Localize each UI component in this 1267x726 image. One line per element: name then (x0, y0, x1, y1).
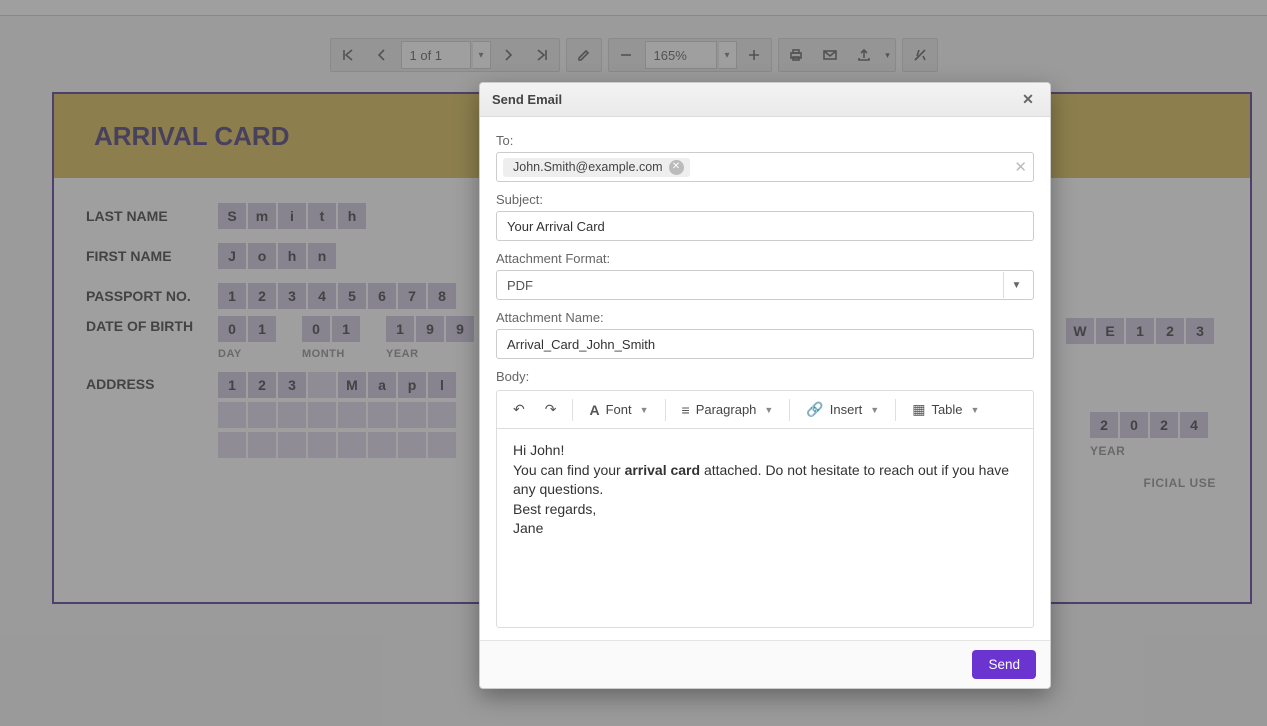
paragraph-dropdown[interactable]: ≡ Paragraph▼ (674, 396, 782, 424)
clear-recipients-icon[interactable]: ✕ (1014, 158, 1027, 176)
remove-recipient-icon[interactable]: ✕ (669, 160, 684, 175)
undo-icon: ↶ (513, 401, 525, 418)
redo-button[interactable]: ↷ (537, 396, 565, 424)
recipient-email: John.Smith@example.com (513, 160, 663, 174)
body-line-4: Jane (513, 519, 1017, 539)
dialog-footer: Send (480, 640, 1050, 688)
body-line-1: Hi John! (513, 441, 1017, 461)
label-attachment-name: Attachment Name: (496, 310, 1034, 325)
insert-dropdown[interactable]: 🔗 Insert▼ (798, 396, 887, 424)
dialog-close-button[interactable]: ✕ (1018, 90, 1038, 110)
dialog-title-text: Send Email (492, 92, 562, 107)
editor-toolbar: ↶ ↷ A Font▼ ≡ Paragraph▼ 🔗 Insert▼ (496, 390, 1034, 428)
body-line-2: You can find your arrival card attached.… (513, 461, 1017, 500)
redo-icon: ↷ (545, 401, 557, 418)
chevron-down-icon: ▼ (1003, 272, 1029, 298)
report-viewer-background: 1 of 1 ▾ 165% ▾ (0, 0, 1267, 726)
recipient-chip: John.Smith@example.com ✕ (503, 158, 690, 177)
table-dropdown[interactable]: ▦ Table▼ (904, 396, 987, 424)
label-body: Body: (496, 369, 1034, 384)
dialog-body: To: John.Smith@example.com ✕ ✕ Subject: … (480, 117, 1050, 630)
subject-input[interactable] (496, 211, 1034, 241)
attachment-format-value: PDF (507, 278, 533, 293)
attachment-format-select[interactable]: PDF ▼ (496, 270, 1034, 300)
editor-body[interactable]: Hi John! You can find your arrival card … (496, 428, 1034, 628)
send-email-dialog: Send Email ✕ To: John.Smith@example.com … (479, 82, 1051, 689)
font-dropdown[interactable]: A Font▼ (581, 396, 656, 424)
to-field[interactable]: John.Smith@example.com ✕ ✕ (496, 152, 1034, 182)
paragraph-icon: ≡ (682, 402, 690, 418)
label-to: To: (496, 133, 1034, 148)
send-button[interactable]: Send (972, 650, 1036, 679)
insert-icon: 🔗 (806, 401, 823, 418)
label-subject: Subject: (496, 192, 1034, 207)
label-format: Attachment Format: (496, 251, 1034, 266)
table-icon: ▦ (912, 401, 925, 418)
attachment-name-input[interactable] (496, 329, 1034, 359)
dialog-titlebar: Send Email ✕ (480, 83, 1050, 117)
font-icon: A (589, 402, 599, 418)
undo-button[interactable]: ↶ (505, 396, 533, 424)
body-line-3: Best regards, (513, 500, 1017, 520)
